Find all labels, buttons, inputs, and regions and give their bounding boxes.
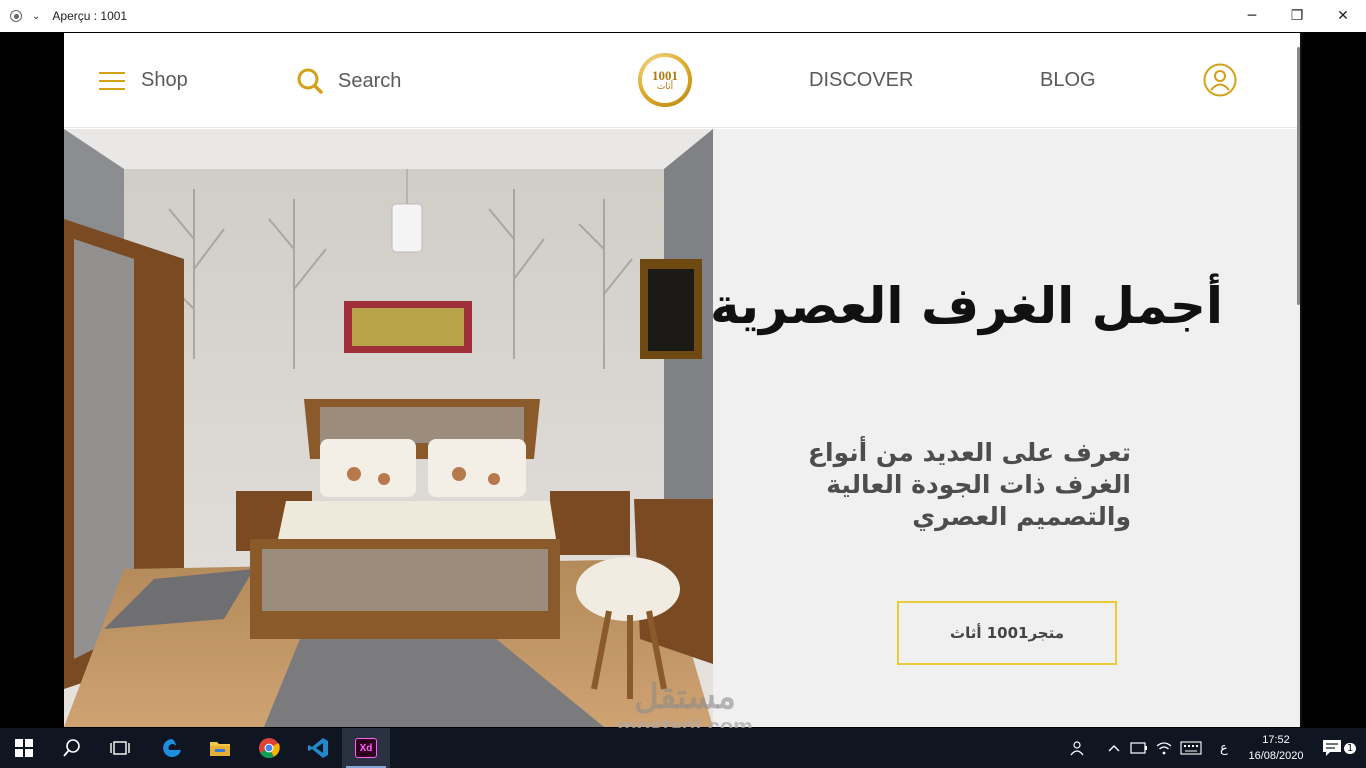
window-titlebar: ⌄ Aperçu : 1001 ─ ❐ ✕: [0, 0, 1366, 32]
search-link[interactable]: Search: [296, 67, 401, 95]
taskbar: Xd ع 17:52 16/08/2020 1: [0, 728, 1366, 768]
people-icon[interactable]: [1070, 728, 1086, 768]
battery-icon[interactable]: [1130, 728, 1148, 768]
window-title: Aperçu : 1001: [52, 9, 128, 23]
clock-time: 17:52: [1262, 734, 1290, 746]
task-view-icon[interactable]: [96, 728, 144, 768]
brand-logo[interactable]: 1001 أثاث: [638, 53, 692, 107]
system-clock[interactable]: 17:52 16/08/2020: [1244, 732, 1308, 764]
hamburger-icon: [99, 71, 125, 91]
shop-label: Shop: [141, 69, 188, 91]
logo-text: أثاث: [656, 81, 674, 92]
input-language[interactable]: ع: [1220, 728, 1228, 768]
chevron-up-icon[interactable]: [1108, 728, 1120, 768]
site-header: Shop Search 1001 أثاث DISCOVER BLOG: [64, 33, 1300, 128]
bedroom-hero-image: [64, 129, 713, 727]
vscode-icon[interactable]: [294, 728, 342, 768]
hero-title: أجمل الغرف العصرية: [709, 277, 1223, 335]
user-account-icon[interactable]: [1203, 63, 1237, 97]
shop-menu[interactable]: Shop: [99, 69, 188, 92]
keyboard-icon[interactable]: [1180, 728, 1202, 768]
store-cta-button[interactable]: متجر1001 أثاث: [897, 601, 1117, 665]
chrome-browser-icon[interactable]: [245, 728, 293, 768]
search-label: Search: [338, 69, 402, 92]
chevron-down-icon[interactable]: ⌄: [32, 11, 40, 22]
artboard: Shop Search 1001 أثاث DISCOVER BLOG أجمل…: [64, 33, 1300, 727]
nav-blog[interactable]: BLOG: [1040, 69, 1096, 92]
record-icon[interactable]: [10, 10, 22, 22]
file-explorer-icon[interactable]: [196, 728, 244, 768]
windows-start-icon[interactable]: [0, 728, 48, 768]
adobe-xd-icon[interactable]: Xd: [342, 728, 390, 768]
notifications-icon[interactable]: 1: [1322, 728, 1357, 768]
search-icon: [297, 68, 323, 94]
nav-discover[interactable]: DISCOVER: [809, 69, 913, 92]
watermark-arabic: مستقل: [634, 678, 736, 716]
close-button[interactable]: ✕: [1320, 0, 1366, 32]
scrollbar-track: [1300, 33, 1302, 727]
minimize-button[interactable]: ─: [1229, 0, 1275, 32]
scrollbar-thumb[interactable]: [1297, 47, 1300, 305]
hero-description: تعرف على العديد من أنواع الغرف ذات الجود…: [807, 438, 1131, 531]
hero-panel: أجمل الغرف العصرية تعرف على العديد من أن…: [709, 129, 1300, 727]
wifi-icon[interactable]: [1156, 728, 1172, 768]
logo-number: 1001: [652, 67, 678, 83]
search-icon[interactable]: [48, 728, 96, 768]
clock-date: 16/08/2020: [1248, 750, 1304, 762]
edge-browser-icon[interactable]: [148, 728, 196, 768]
maximize-button[interactable]: ❐: [1274, 0, 1320, 32]
notification-count: 1: [1344, 742, 1357, 754]
